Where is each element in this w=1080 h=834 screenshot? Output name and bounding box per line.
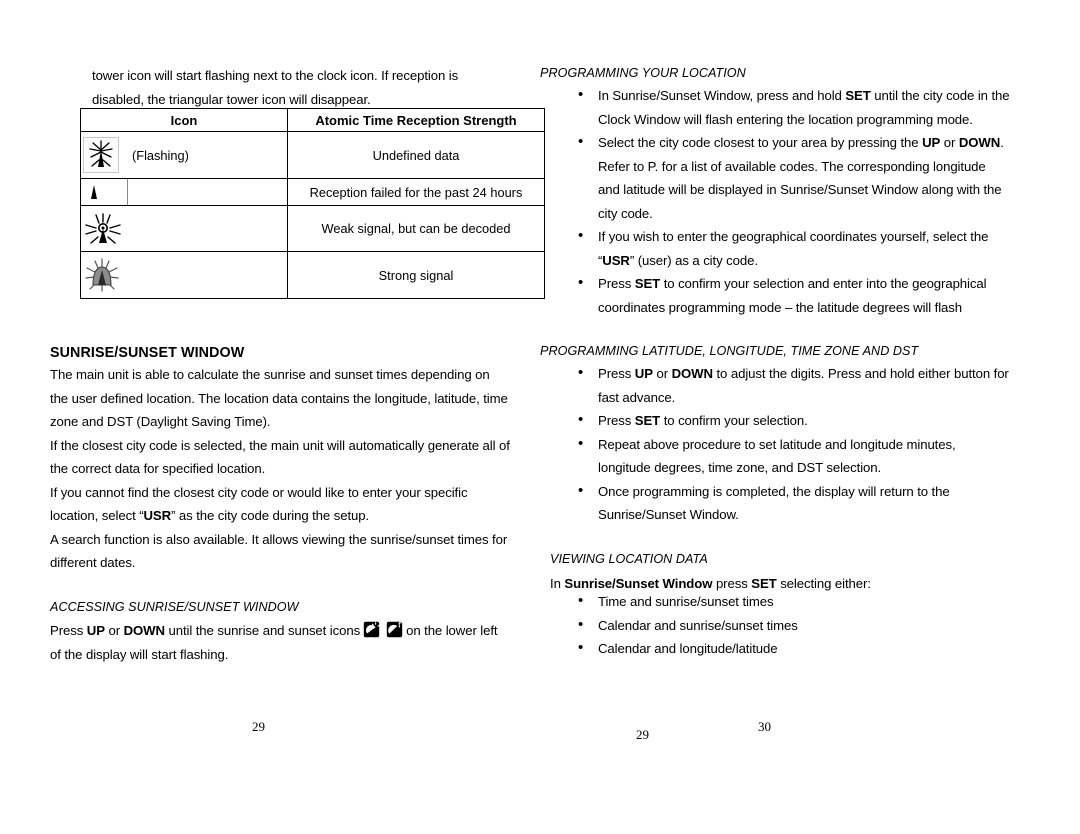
description-cell: Weak signal, but can be decoded xyxy=(287,205,545,252)
document-page: tower icon will start flashing next to t… xyxy=(0,0,1080,834)
header-icon: Icon xyxy=(80,108,288,132)
sunrise-paragraph-1: The main unit is able to calculate the s… xyxy=(50,367,508,429)
table-header-row: Icon Atomic Time Reception Strength xyxy=(80,108,545,132)
programming-location-list: In Sunrise/Sunset Window, press and hold… xyxy=(540,83,1010,319)
icon-cell xyxy=(80,251,288,299)
viewing-location-list: Time and sunrise/sunset times Calendar a… xyxy=(540,589,1010,661)
list-item: Repeat above procedure to set latitude a… xyxy=(540,432,1010,480)
accessing-mid: until the sunrise and sunset icons xyxy=(164,623,361,638)
sunrise-paragraph-2: If the closest city code is selected, th… xyxy=(50,437,510,477)
sunrise-icon xyxy=(363,621,380,638)
tower-weak-signal-icon xyxy=(84,212,121,246)
subheading-programming-location: PROGRAMMING YOUR LOCATION xyxy=(540,66,746,80)
tower-triangle-icon xyxy=(84,182,104,202)
bold-up: UP xyxy=(922,135,941,150)
bold-sunrise-sunset-window: Sunrise/Sunset Window xyxy=(564,576,713,591)
list-item: Calendar and longitude/latitude xyxy=(540,636,1010,661)
intro-paragraph: tower icon will start flashing next to t… xyxy=(92,64,542,112)
bold-up: UP xyxy=(86,623,105,638)
description-cell: Undefined data xyxy=(287,131,545,179)
sunrise-paragraph-4: A search function is also available. It … xyxy=(50,531,508,571)
subheading-accessing: ACCESSING SUNRISE/SUNSET WINDOW xyxy=(50,600,299,614)
icon-cell xyxy=(80,205,288,252)
bold-set: SET xyxy=(751,576,777,591)
para3-post: ” as the city code during the setup. xyxy=(171,508,370,523)
subheading-viewing-location: VIEWING LOCATION DATA xyxy=(550,552,708,566)
description-cell: Reception failed for the past 24 hours xyxy=(287,178,545,206)
bold-set: SET xyxy=(634,413,661,428)
viewing-post: selecting either: xyxy=(776,576,871,591)
list-item: Press UP or DOWN to adjust the digits. P… xyxy=(540,361,1010,409)
list-item: Select the city code closest to your are… xyxy=(540,130,1010,225)
bullet-text-mid: or xyxy=(652,366,672,381)
table-row: (Flashing) Undefined data xyxy=(80,131,545,179)
bold-set: SET xyxy=(634,276,661,291)
table-row: Strong signal xyxy=(80,251,545,299)
bullet-text-mid: or xyxy=(940,135,959,150)
sunrise-sunset-section: SUNRISE/SUNSET WINDOW The main unit is a… xyxy=(40,345,510,575)
bold-down: DOWN xyxy=(671,366,713,381)
bold-down: DOWN xyxy=(958,135,1001,150)
atomic-reception-table: Icon Atomic Time Reception Strength (Fla… xyxy=(80,108,545,299)
header-strength: Atomic Time Reception Strength xyxy=(287,108,545,132)
bullet-text: Press xyxy=(598,366,635,381)
subheading-programming-latlon: PROGRAMMING LATITUDE, LONGITUDE, TIME ZO… xyxy=(540,344,919,358)
list-item: In Sunrise/Sunset Window, press and hold… xyxy=(540,83,1010,131)
bold-set: SET xyxy=(845,88,871,103)
accessing-section: ACCESSING SUNRISE/SUNSET WINDOW Press UP… xyxy=(40,600,510,666)
flashing-label: (Flashing) xyxy=(132,147,189,163)
bold-up: UP xyxy=(634,366,653,381)
icon-cell: (Flashing) xyxy=(80,131,288,179)
bullet-text: Press xyxy=(598,276,635,291)
accessing-pre: Press xyxy=(50,623,87,638)
sunset-icon xyxy=(386,621,403,638)
icon-cell xyxy=(80,178,288,206)
section-heading-sunrise: SUNRISE/SUNSET WINDOW xyxy=(50,345,245,361)
bullet-text-post: to confirm your selection. xyxy=(660,413,808,428)
list-item: Press SET to confirm your selection and … xyxy=(540,271,1010,319)
bullet-text-post: ” (user) as a city code. xyxy=(629,252,758,268)
bullet-text: Once programming is completed, the displ… xyxy=(598,483,950,523)
para3-usr: USR xyxy=(143,508,172,523)
programming-latlon-list: Press UP or DOWN to adjust the digits. P… xyxy=(540,361,1010,527)
list-item: If you wish to enter the geographical co… xyxy=(540,224,1010,272)
list-item: Calendar and sunrise/sunset times xyxy=(540,613,1010,638)
accessing-or: or xyxy=(104,623,124,638)
table-row: Reception failed for the past 24 hours xyxy=(80,178,545,206)
bullet-text: Select the city code closest to your are… xyxy=(598,135,923,150)
intro-line-1: tower icon will start flashing next to t… xyxy=(92,68,459,83)
bullet-text: In Sunrise/Sunset Window, press and hold xyxy=(598,88,846,103)
page-number-center: 29 xyxy=(636,727,649,742)
description-cell: Strong signal xyxy=(287,251,545,299)
tower-flashing-icon xyxy=(83,137,119,173)
viewing-mid: press xyxy=(712,576,752,591)
sunrise-paragraph-3: If you cannot find the closest city code… xyxy=(50,481,510,528)
bullet-text: Repeat above procedure to set latitude a… xyxy=(598,436,956,476)
bullet-text: Press xyxy=(598,413,635,428)
bold-usr: USR xyxy=(602,252,630,268)
bold-down: DOWN xyxy=(123,623,165,638)
accessing-paragraph: Press UP or DOWN until the sunrise and s… xyxy=(50,619,510,666)
tower-strong-signal-icon xyxy=(84,258,119,292)
page-number-left: 29 xyxy=(252,719,265,734)
viewing-pre: In xyxy=(550,576,565,591)
list-item: Time and sunrise/sunset times xyxy=(540,589,1010,614)
list-item: Press SET to confirm your selection. xyxy=(540,408,1010,433)
page-number-right: 30 xyxy=(758,719,771,734)
list-item: Once programming is completed, the displ… xyxy=(540,479,1010,527)
cell-divider xyxy=(127,179,128,205)
table-row: Weak signal, but can be decoded xyxy=(80,205,545,252)
